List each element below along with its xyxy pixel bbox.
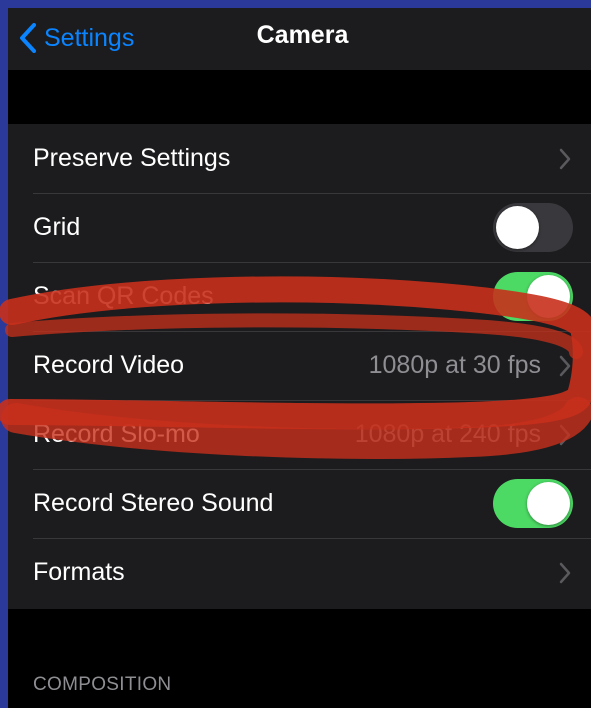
toggle-knob — [527, 275, 570, 318]
navigation-bar: Settings Camera — [8, 8, 591, 70]
row-label: Grid — [33, 213, 81, 241]
row-value: 1080p at 240 fps — [354, 420, 541, 448]
record-video-row[interactable]: Record Video 1080p at 30 fps — [8, 331, 591, 400]
row-label: Formats — [33, 558, 125, 586]
formats-row[interactable]: Formats — [8, 538, 591, 607]
chevron-right-icon — [559, 562, 571, 583]
toggle-knob — [527, 482, 570, 525]
toggle-knob — [496, 206, 539, 249]
scan-qr-codes-toggle[interactable] — [493, 272, 573, 321]
chevron-right-icon — [559, 355, 571, 376]
grid-toggle[interactable] — [493, 203, 573, 252]
row-label: Record Video — [33, 351, 185, 379]
record-slo-mo-row[interactable]: Record Slo-mo 1080p at 240 fps — [8, 400, 591, 469]
row-label: Scan QR Codes — [33, 282, 214, 310]
row-label: Record Slo-mo — [33, 420, 200, 448]
section-header-composition: COMPOSITION — [33, 674, 172, 695]
settings-group: Preserve Settings Grid Scan QR Codes Rec… — [8, 124, 591, 609]
chevron-right-icon — [559, 424, 571, 445]
row-label: Preserve Settings — [33, 144, 231, 172]
record-stereo-sound-toggle[interactable] — [493, 479, 573, 528]
page-title: Camera — [256, 21, 349, 49]
row-value: 1080p at 30 fps — [368, 351, 541, 379]
preserve-settings-row[interactable]: Preserve Settings — [8, 124, 591, 193]
camera-settings-screen: Settings Camera Preserve Settings Grid S… — [8, 8, 591, 708]
record-stereo-sound-row: Record Stereo Sound — [8, 469, 591, 538]
grid-row: Grid — [8, 193, 591, 262]
row-label: Record Stereo Sound — [33, 489, 274, 517]
chevron-right-icon — [559, 148, 571, 169]
scan-qr-codes-row: Scan QR Codes — [8, 262, 591, 331]
